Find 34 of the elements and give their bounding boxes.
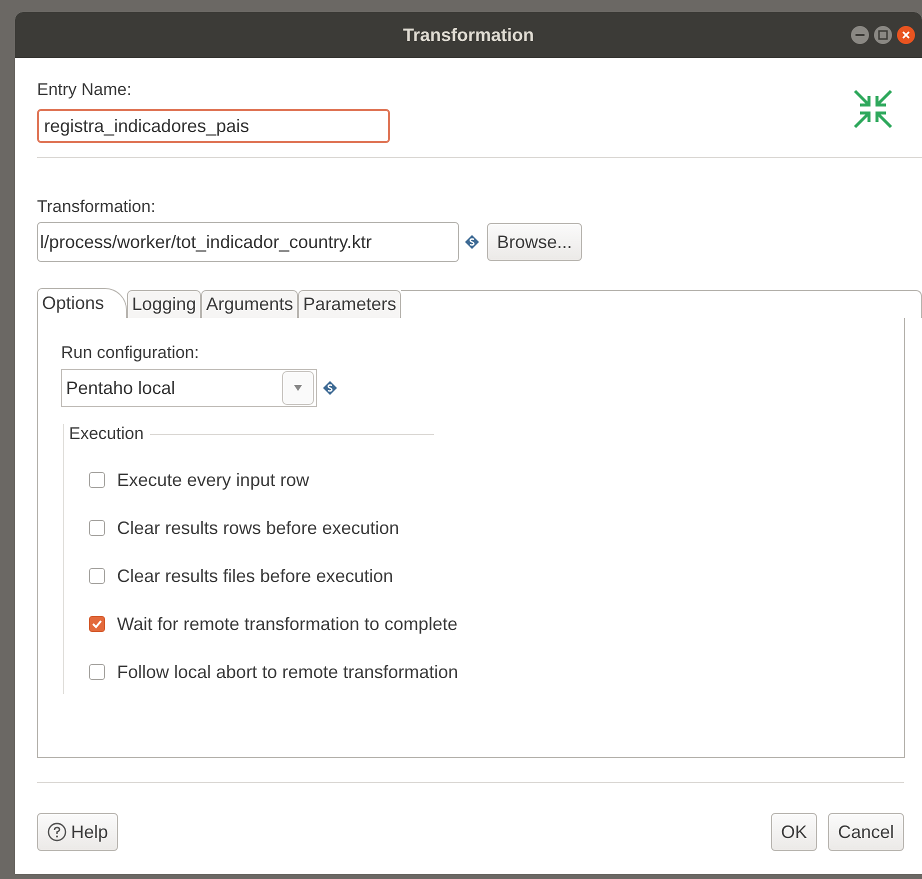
window-title: Transformation <box>402 24 534 46</box>
tab[interactable]: Arguments <box>201 290 298 318</box>
checkbox[interactable] <box>89 664 105 680</box>
group-title: Execution <box>69 424 144 444</box>
browse-button[interactable]: Browse... <box>487 223 582 261</box>
help-icon <box>47 822 67 842</box>
variable-icon <box>464 234 480 250</box>
checkbox-label: Execute every input row <box>117 470 310 490</box>
checkbox-label: Clear results rows before execution <box>117 518 400 538</box>
checkbox[interactable] <box>89 520 105 536</box>
checkbox-label: Follow local abort to remote transformation <box>117 662 458 682</box>
caret-icon <box>293 385 303 391</box>
minimize-icon[interactable] <box>850 25 870 45</box>
variable-icon <box>322 380 338 396</box>
field-label: Transformation: <box>37 197 156 217</box>
collapse-icon[interactable] <box>852 88 894 130</box>
tab[interactable]: Options <box>37 288 128 318</box>
field-label: Entry Name: <box>37 80 132 100</box>
input-field[interactable]: registra_indicadores_pais <box>37 109 390 143</box>
checkbox[interactable] <box>89 616 105 632</box>
checkbox[interactable] <box>89 568 105 584</box>
tab[interactable]: Logging <box>127 290 202 318</box>
input-field[interactable]: l/process/worker/tot_indicador_country.ktr <box>37 222 459 262</box>
checkbox-label: Wait for remote transformation to complete <box>117 614 458 634</box>
close-icon[interactable] <box>896 25 916 45</box>
ok-button[interactable]: OK <box>770 813 817 851</box>
field-label: Run configuration: <box>61 343 200 363</box>
checkbox[interactable] <box>89 472 105 488</box>
dropdown[interactable]: Pentaho local <box>61 369 317 407</box>
cancel-button[interactable]: Cancel <box>828 813 904 851</box>
help-button[interactable]: Help <box>37 813 118 851</box>
tab[interactable]: Parameters <box>298 290 402 318</box>
checkbox-label: Clear results files before execution <box>117 566 394 586</box>
checkmark-icon <box>91 618 103 630</box>
